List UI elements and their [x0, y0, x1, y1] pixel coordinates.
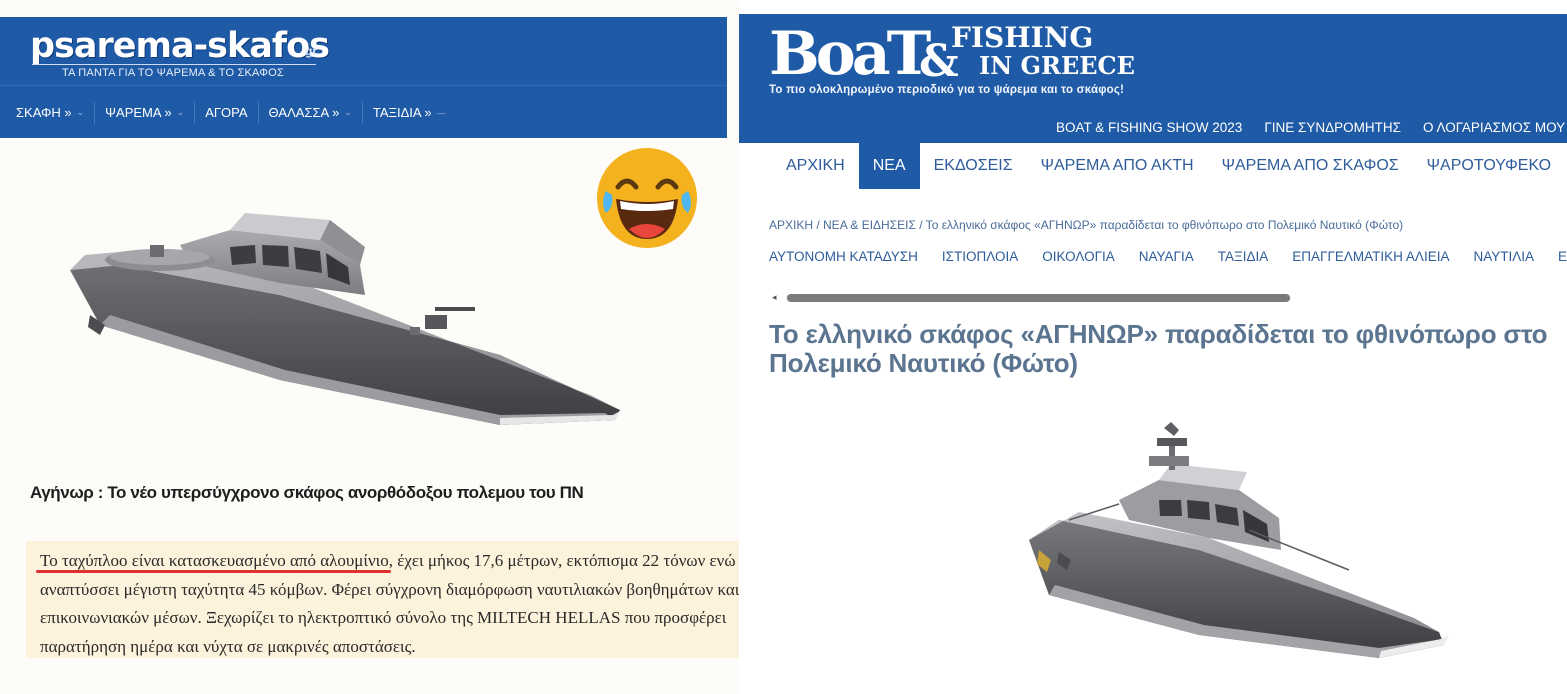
menu-item-shore-fishing[interactable]: ΨΑΡΕΜΑ ΑΠΟ ΑΚΤΗ — [1027, 143, 1208, 189]
nav-item-label: ΨΑΡΕΜΑ » — [105, 105, 172, 120]
site-header: BoaT & FISHING IN GREECE Το πιο ολοκληρω… — [739, 14, 1567, 143]
category-shipwrecks[interactable]: ΝΑΥΑΓΙΑ — [1139, 249, 1194, 264]
article-title[interactable]: Αγήνωρ : Το νέο υπερσύγχρονο σκάφος ανορ… — [30, 483, 584, 503]
psarema-skafos-page: psarema-skafos gr ΤΑ ΠΑΝΤΑ ΓΙΑ ΤΟ ΨΑΡΕΜΑ… — [0, 0, 816, 694]
menu-item-boat-fishing[interactable]: ΨΑΡΕΜΑ ΑΠΟ ΣΚΑΦΟΣ — [1208, 143, 1413, 189]
category-professional-fishing[interactable]: ΕΠΑΓΓΕΛΜΑΤΙΚΗ ΑΛΙΕΙΑ — [1292, 249, 1449, 264]
main-nav: ΣΚΑΦΗ » ⌄ ΨΑΡΕΜΑ » ⌄ ΑΓΟΡΑ ΘΑΛΑΣΣΑ » ⌄ Τ… — [0, 85, 727, 138]
site-logo[interactable]: BoaT — [769, 18, 931, 90]
scroll-left-arrow-icon[interactable]: ◂ — [772, 292, 777, 303]
main-menu: ΑΡΧΙΚΗ ΝΕΑ ΕΚΔΟΣΕΙΣ ΨΑΡΕΜΑ ΑΠΟ ΑΚΤΗ ΨΑΡΕ… — [772, 143, 1565, 189]
article-excerpt: Το ταχύπλοο είναι κατασκευασμένο από αλο… — [26, 541, 816, 658]
boat-image[interactable] — [1019, 420, 1459, 670]
chevron-down-icon: ⌄ — [344, 107, 352, 117]
nav-item-thalassa[interactable]: ΘΑΛΑΣΣΑ » ⌄ — [259, 101, 363, 124]
nav-item-skafi[interactable]: ΣΚΑΦΗ » ⌄ — [6, 101, 96, 124]
horizontal-scrollbar-thumb[interactable] — [787, 294, 1290, 302]
nav-item-agora[interactable]: ΑΓΟΡΑ — [195, 101, 259, 124]
category-ecology[interactable]: ΟΙΚΟΛΟΓΙΑ — [1042, 249, 1115, 264]
menu-item-spearfishing[interactable]: ΨΑΡΟΤΟΥΦΕΚΟ — [1413, 143, 1565, 189]
top-nav-subscribe-link[interactable]: ΓΙΝΕ ΣΥΝΔΡΟΜΗΤΗΣ — [1264, 120, 1401, 135]
chevron-down-icon: ⌄ — [176, 107, 185, 117]
site-header: psarema-skafos gr ΤΑ ΠΑΝΤΑ ΓΙΑ ΤΟ ΨΑΡΕΜΑ… — [0, 17, 727, 138]
article-title: Το ελληνικό σκάφος «ΑΓΗΝΩΡ» παραδίδεται … — [769, 319, 1548, 378]
nav-item-label: ΘΑΛΑΣΣΑ » — [268, 105, 340, 120]
menu-item-news[interactable]: ΝΕΑ — [858, 143, 920, 189]
site-logo-ingreece: IN GREECE — [979, 51, 1135, 80]
site-tagline: ΤΑ ΠΑΝΤΑ ΓΙΑ ΤΟ ΨΑΡΕΜΑ & ΤΟ ΣΚΑΦΟΣ — [62, 67, 285, 79]
highlighted-phrase: Το ταχύπλοο είναι κατασκευασμένο από αλο… — [40, 551, 389, 570]
top-nav-show-link[interactable]: BOAT & FISHING SHOW 2023 — [1056, 120, 1242, 135]
category-travel[interactable]: ΤΑΞΙΔΙΑ — [1218, 249, 1269, 264]
site-logo[interactable]: psarema-skafos — [30, 25, 330, 67]
nav-item-psarema[interactable]: ΨΑΡΕΜΑ » ⌄ — [95, 101, 196, 124]
category-bar: ΑΥΤΟΝΟΜΗ ΚΑΤΑΔΥΣΗ ΙΣΤΙΟΠΛΟΙΑ ΟΙΚΟΛΟΓΙΑ Ν… — [769, 249, 1567, 264]
category-shipping[interactable]: ΝΑΥΤΙΛΙΑ — [1473, 249, 1534, 264]
laughing-tears-emoji-icon — [597, 148, 697, 248]
boat-image[interactable] — [30, 175, 630, 445]
nav-item-label: ΣΚΑΦΗ » — [16, 105, 72, 120]
dash-icon: — — [436, 107, 446, 118]
screenshot-collage: psarema-skafos gr ΤΑ ΠΑΝΤΑ ΓΙΑ ΤΟ ΨΑΡΕΜΑ… — [0, 0, 1567, 694]
logo-underline — [32, 64, 316, 65]
category-diving[interactable]: ΑΥΤΟΝΟΜΗ ΚΑΤΑΔΥΣΗ — [769, 249, 918, 264]
breadcrumb[interactable]: ΑΡΧΙΚΗ / ΝΕΑ & ΕΙΔΗΣΕΙΣ / Το ελληνικό σκ… — [769, 218, 1403, 232]
boat-fishing-greece-page: BoaT & FISHING IN GREECE Το πιο ολοκληρω… — [739, 0, 1567, 694]
category-more[interactable]: Ε — [1558, 249, 1567, 264]
top-nav-account-link[interactable]: Ο ΛΟΓΑΡΙΑΣΜΟΣ ΜΟΥ — [1423, 120, 1565, 135]
menu-item-editions[interactable]: ΕΚΔΟΣΕΙΣ — [920, 143, 1027, 189]
site-logo-fishing: FISHING — [951, 21, 1094, 54]
site-logo-tld: gr — [305, 44, 317, 58]
category-sailing[interactable]: ΙΣΤΙΟΠΛΟΙΑ — [942, 249, 1018, 264]
chevron-down-icon: ⌄ — [76, 107, 85, 117]
nav-item-label: ΤΑΞΙΔΙΑ » — [372, 105, 432, 120]
top-nav: BOAT & FISHING SHOW 2023 ΓΙΝΕ ΣΥΝΔΡΟΜΗΤΗ… — [1056, 120, 1567, 135]
nav-item-taxidia[interactable]: ΤΑΞΙΔΙΑ » — — [363, 102, 456, 124]
site-tagline: Το πιο ολοκληρωμένο περιοδικό για το ψάρ… — [769, 84, 1125, 96]
menu-item-home[interactable]: ΑΡΧΙΚΗ — [772, 143, 859, 189]
nav-item-label: ΑΓΟΡΑ — [205, 105, 248, 120]
